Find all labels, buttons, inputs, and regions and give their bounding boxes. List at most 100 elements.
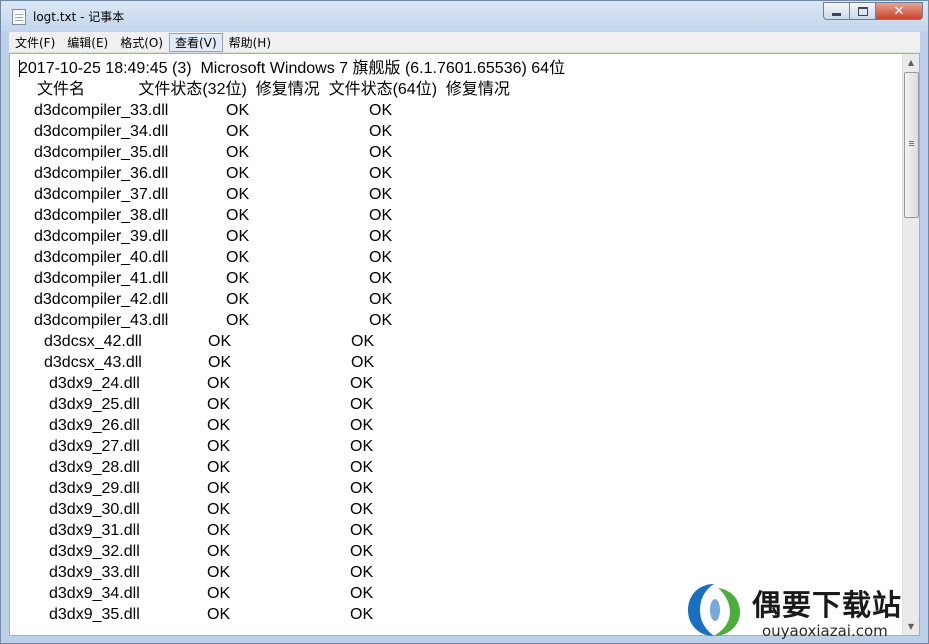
row-status-32: OK — [226, 144, 250, 161]
row-file-name: d3dcompiler_33.dll — [34, 102, 169, 119]
close-icon: ✕ — [893, 3, 905, 19]
row-status-64: OK — [369, 312, 393, 329]
row-file-name: d3dcompiler_40.dll — [34, 249, 169, 266]
text-content[interactable]: 2017-10-25 18:49:45 (3) Microsoft Window… — [10, 54, 902, 635]
watermark-url: ouyaoxiazai.com — [762, 622, 888, 640]
close-button[interactable]: ✕ — [876, 2, 923, 20]
menu-bar: 文件(F) 编辑(E) 格式(O) 查看(V) 帮助(H) — [9, 32, 920, 53]
row-status-64: OK — [350, 564, 374, 581]
row-status-64: OK — [369, 165, 393, 182]
row-status-64: OK — [369, 144, 393, 161]
row-status-32: OK — [207, 480, 231, 497]
row-status-32: OK — [207, 375, 231, 392]
row-file-name: d3dcompiler_41.dll — [34, 270, 169, 287]
header-line: 2017-10-25 18:49:45 (3) Microsoft Window… — [19, 60, 566, 77]
row-file-name: d3dx9_33.dll — [49, 564, 140, 581]
minimize-icon — [832, 12, 841, 16]
row-status-32: OK — [226, 270, 250, 287]
row-file-name: d3dx9_35.dll — [49, 606, 140, 623]
row-status-64: OK — [350, 522, 374, 539]
scroll-up-button[interactable]: ▲ — [903, 54, 919, 71]
row-status-32: OK — [208, 333, 232, 350]
row-status-32: OK — [207, 501, 231, 518]
text-caret — [19, 60, 20, 77]
editor-area[interactable]: 2017-10-25 18:49:45 (3) Microsoft Window… — [9, 53, 920, 636]
row-status-64: OK — [369, 123, 393, 140]
row-status-64: OK — [350, 543, 374, 560]
row-file-name: d3dcompiler_35.dll — [34, 144, 169, 161]
row-status-32: OK — [207, 459, 231, 476]
grip-icon — [909, 141, 914, 142]
row-status-64: OK — [351, 354, 375, 371]
row-status-64: OK — [350, 375, 374, 392]
watermark: 偶要下载站 ouyaoxiazai.com — [680, 578, 920, 642]
menu-file[interactable]: 文件(F) — [9, 33, 61, 52]
row-status-32: OK — [207, 396, 231, 413]
row-status-64: OK — [350, 459, 374, 476]
scrollbar-thumb[interactable] — [904, 72, 919, 218]
row-status-64: OK — [369, 186, 393, 203]
row-status-32: OK — [226, 228, 250, 245]
row-status-64: OK — [350, 606, 374, 623]
menu-edit[interactable]: 编辑(E) — [61, 33, 114, 52]
row-file-name: d3dcompiler_39.dll — [34, 228, 169, 245]
row-status-32: OK — [226, 165, 250, 182]
row-status-32: OK — [226, 123, 250, 140]
row-status-32: OK — [226, 249, 250, 266]
row-file-name: d3dcompiler_38.dll — [34, 207, 169, 224]
row-status-64: OK — [350, 585, 374, 602]
row-file-name: d3dx9_34.dll — [49, 585, 140, 602]
menu-help[interactable]: 帮助(H) — [223, 33, 277, 52]
notepad-icon[interactable] — [12, 9, 26, 25]
row-file-name: d3dx9_24.dll — [49, 375, 140, 392]
row-status-64: OK — [369, 291, 393, 308]
row-status-32: OK — [226, 186, 250, 203]
minimize-button[interactable] — [823, 2, 850, 20]
row-status-64: OK — [350, 501, 374, 518]
row-file-name: d3dx9_26.dll — [49, 417, 140, 434]
row-file-name: d3dx9_27.dll — [49, 438, 140, 455]
title-bar[interactable]: logt.txt - 记事本 ✕ — [1, 1, 928, 31]
menu-format[interactable]: 格式(O) — [114, 33, 169, 52]
row-status-32: OK — [207, 438, 231, 455]
row-file-name: d3dcompiler_36.dll — [34, 165, 169, 182]
row-status-64: OK — [369, 228, 393, 245]
row-status-32: OK — [226, 207, 250, 224]
row-file-name: d3dx9_29.dll — [49, 480, 140, 497]
row-file-name: d3dcompiler_34.dll — [34, 123, 169, 140]
vertical-scrollbar[interactable]: ▲ ▼ — [902, 54, 919, 635]
row-status-64: OK — [369, 249, 393, 266]
row-status-64: OK — [369, 207, 393, 224]
row-status-32: OK — [226, 291, 250, 308]
maximize-button[interactable] — [850, 2, 876, 20]
row-status-64: OK — [350, 480, 374, 497]
row-status-32: OK — [207, 585, 231, 602]
row-file-name: d3dx9_28.dll — [49, 459, 140, 476]
maximize-icon — [857, 6, 868, 16]
row-status-32: OK — [207, 543, 231, 560]
row-file-name: d3dcompiler_43.dll — [34, 312, 169, 329]
row-file-name: d3dx9_25.dll — [49, 396, 140, 413]
row-file-name: d3dcompiler_42.dll — [34, 291, 169, 308]
row-file-name: d3dcsx_43.dll — [44, 354, 142, 371]
window-title: logt.txt - 记事本 — [33, 10, 125, 24]
notepad-window: logt.txt - 记事本 ✕ 文件(F) 编辑(E) 格式(O) 查看(V)… — [0, 0, 929, 644]
row-status-64: OK — [350, 417, 374, 434]
row-file-name: d3dx9_31.dll — [49, 522, 140, 539]
row-status-32: OK — [207, 417, 231, 434]
menu-view[interactable]: 查看(V) — [169, 32, 223, 52]
row-status-32: OK — [207, 606, 231, 623]
row-status-64: OK — [350, 396, 374, 413]
row-file-name: d3dcsx_42.dll — [44, 333, 142, 350]
caption-buttons: ✕ — [823, 2, 923, 22]
watermark-name: 偶要下载站 — [752, 588, 903, 622]
row-file-name: d3dcompiler_37.dll — [34, 186, 169, 203]
row-file-name: d3dx9_30.dll — [49, 501, 140, 518]
watermark-logo-icon — [688, 584, 740, 636]
scroll-up-icon: ▲ — [907, 58, 915, 67]
row-status-64: OK — [369, 270, 393, 287]
row-status-32: OK — [226, 312, 250, 329]
row-status-64: OK — [351, 333, 375, 350]
row-file-name: d3dx9_32.dll — [49, 543, 140, 560]
row-status-64: OK — [350, 438, 374, 455]
